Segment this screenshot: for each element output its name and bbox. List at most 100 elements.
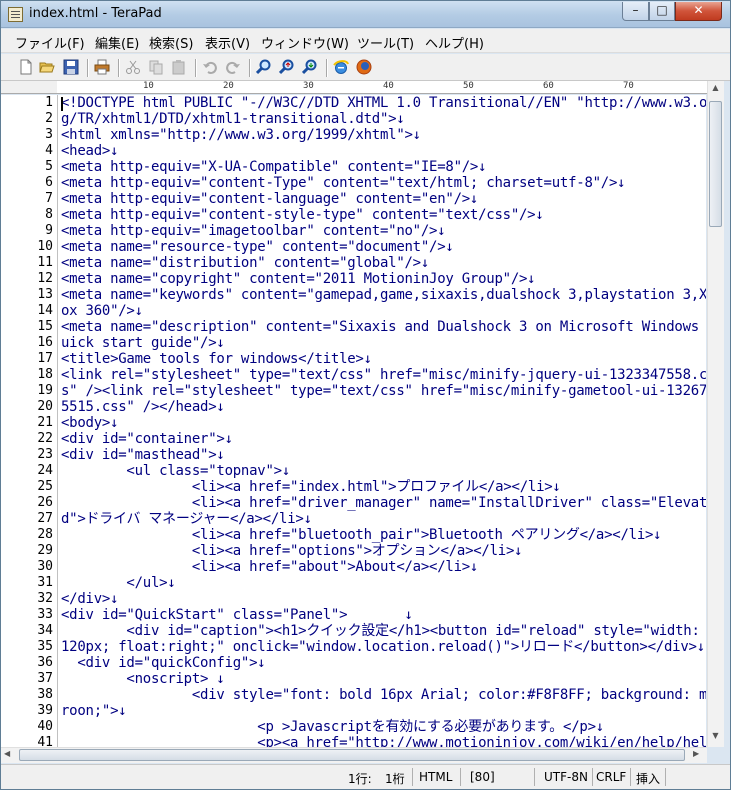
scroll-down-icon[interactable]: ▼ <box>709 731 722 745</box>
menu-window[interactable]: ウィンドウ(W) <box>261 33 349 52</box>
line-text[interactable]: <meta http-equiv="content-Type" content=… <box>61 175 626 191</box>
line-text[interactable]: <link rel="stylesheet" type="text/css" h… <box>61 367 706 383</box>
line-text[interactable]: </div>↓ <box>61 591 119 607</box>
cut-icon[interactable] <box>125 59 141 75</box>
line-text[interactable]: <div id="masthead">↓ <box>61 447 225 463</box>
code-line[interactable]: 19 s" /><link rel="stylesheet" type="text… <box>1 383 706 399</box>
code-line[interactable]: 17 <title>Game tools for windows</title>↓ <box>1 351 706 367</box>
code-line[interactable]: 28 <li><a href="bluetooth_pair">Bluetoot… <box>1 527 706 543</box>
code-line[interactable]: 37 <noscript> ↓ <box>1 671 706 687</box>
print-icon[interactable] <box>94 59 110 75</box>
code-line[interactable]: 6 <meta http-equiv="content-Type" content… <box>1 175 706 191</box>
code-line[interactable]: 4 <head>↓ <box>1 143 706 159</box>
firefox-browser-icon[interactable] <box>356 59 372 75</box>
line-text[interactable]: <ul class="topnav">↓ <box>61 463 290 479</box>
line-text[interactable]: 120px; float:right;" onclick="window.loc… <box>61 639 705 655</box>
code-line[interactable]: 35 120px; float:right;" onclick="window.l… <box>1 639 706 655</box>
undo-icon[interactable] <box>202 59 218 75</box>
code-line[interactable]: 3 <html xmlns="http://www.w3.org/1999/xht… <box>1 127 706 143</box>
code-line[interactable]: 40 <p >Javascriptを有効にする必要があります。</p>↓ <box>1 719 706 735</box>
minimize-button[interactable]: – <box>622 2 649 21</box>
code-line[interactable]: 9 <meta http-equiv="imagetoolbar" content… <box>1 223 706 239</box>
line-text[interactable]: <div id="quickConfig">↓ <box>61 655 265 671</box>
code-line[interactable]: 24 <ul class="topnav">↓ <box>1 463 706 479</box>
line-text[interactable]: </ul>↓ <box>61 575 175 591</box>
scroll-right-icon[interactable]: ▶ <box>693 749 705 761</box>
line-text[interactable]: <meta name="distribution" content="globa… <box>61 255 429 271</box>
close-button[interactable]: ✕ <box>675 2 722 21</box>
code-line[interactable]: 36 <div id="quickConfig">↓ <box>1 655 706 671</box>
code-line[interactable]: 1 <!DOCTYPE html PUBLIC "-//W3C//DTD XHTM… <box>1 95 706 111</box>
code-line[interactable]: 39 roon;">↓ <box>1 703 706 719</box>
line-text[interactable]: <body>↓ <box>61 415 119 431</box>
line-text[interactable]: <meta http-equiv="content-style-type" co… <box>61 207 544 223</box>
find-previous-icon[interactable] <box>279 59 295 75</box>
code-line[interactable]: 23 <div id="masthead">↓ <box>1 447 706 463</box>
code-line[interactable]: 13 <meta name="keywords" content="gamepad… <box>1 287 706 303</box>
line-text[interactable]: <!DOCTYPE html PUBLIC "-//W3C//DTD XHTML… <box>61 95 706 111</box>
menu-help[interactable]: ヘルプ(H) <box>425 33 484 52</box>
line-text[interactable]: <meta http-equiv="X-UA-Compatible" conte… <box>61 159 487 175</box>
menu-search[interactable]: 検索(S) <box>149 33 193 52</box>
code-line[interactable]: 41 <p><a href="http://www.motioninjoy.co… <box>1 735 706 747</box>
line-text[interactable]: <li><a href="about">About</a></li>↓ <box>61 559 479 575</box>
line-text[interactable]: <li><a href="driver_manager" name="Insta… <box>61 495 706 511</box>
line-text[interactable]: <p >Javascriptを有効にする必要があります。</p>↓ <box>61 719 604 735</box>
code-line[interactable]: 26 <li><a href="driver_manager" name="In… <box>1 495 706 511</box>
line-text[interactable]: g/TR/xhtml1/DTD/xhtml1-transitional.dtd"… <box>61 111 405 127</box>
code-line[interactable]: 12 <meta name="copyright" content="2011 M… <box>1 271 706 287</box>
line-text[interactable]: <div id="container">↓ <box>61 431 233 447</box>
line-text[interactable]: roon;">↓ <box>61 703 127 719</box>
line-text[interactable]: <title>Game tools for windows</title>↓ <box>61 351 372 367</box>
code-line[interactable]: 14 ox 360"/>↓ <box>1 303 706 319</box>
text-editor[interactable]: 1 <!DOCTYPE html PUBLIC "-//W3C//DTD XHTM… <box>1 95 706 747</box>
line-text[interactable]: <noscript> ↓ <box>61 671 224 687</box>
title-bar[interactable]: index.html - TeraPad – □ ✕ <box>1 1 730 28</box>
ie-browser-icon[interactable] <box>333 59 349 75</box>
line-text[interactable]: <li><a href="index.html">プロファイル</a></li>… <box>61 479 561 495</box>
line-text[interactable]: uick start guide"/>↓ <box>61 335 225 351</box>
code-line[interactable]: 31 </ul>↓ <box>1 575 706 591</box>
line-text[interactable]: <p><a href="http://www.motioninjoy.com/w… <box>61 735 706 747</box>
line-text[interactable]: <meta name="description" content="Sixaxi… <box>61 319 706 335</box>
code-line[interactable]: 10 <meta name="resource-type" content="do… <box>1 239 706 255</box>
line-text[interactable]: d">ドライバ マネージャー</a></li>↓ <box>61 511 312 527</box>
code-line[interactable]: 2 g/TR/xhtml1/DTD/xhtml1-transitional.dtd… <box>1 111 706 127</box>
code-line[interactable]: 15 <meta name="description" content="Sixa… <box>1 319 706 335</box>
maximize-button[interactable]: □ <box>649 2 675 21</box>
line-text[interactable]: <div style="font: bold 16px Arial; color… <box>61 687 706 703</box>
line-text[interactable]: <li><a href="options">オプション</a></li>↓ <box>61 543 523 559</box>
paste-icon[interactable] <box>171 59 187 75</box>
code-line[interactable]: 18 <link rel="stylesheet" type="text/css"… <box>1 367 706 383</box>
code-line[interactable]: 32 </div>↓ <box>1 591 706 607</box>
line-text[interactable]: <meta http-equiv="imagetoolbar" content=… <box>61 223 446 239</box>
code-line[interactable]: 7 <meta http-equiv="content-language" con… <box>1 191 706 207</box>
line-text[interactable]: <div id="QuickStart" class="Panel"> ↓ <box>61 607 413 623</box>
scroll-up-icon[interactable]: ▲ <box>709 83 722 97</box>
menu-edit[interactable]: 編集(E) <box>95 33 139 52</box>
horizontal-scroll-thumb[interactable] <box>19 749 685 761</box>
line-text[interactable]: <meta name="resource-type" content="docu… <box>61 239 454 255</box>
save-icon[interactable] <box>63 59 79 75</box>
code-line[interactable]: 11 <meta name="distribution" content="glo… <box>1 255 706 271</box>
code-line[interactable]: 27 d">ドライバ マネージャー</a></li>↓ <box>1 511 706 527</box>
find-next-icon[interactable] <box>302 59 318 75</box>
line-text[interactable]: <head>↓ <box>61 143 119 159</box>
new-file-icon[interactable] <box>18 59 34 75</box>
code-line[interactable]: 29 <li><a href="options">オプション</a></li>↓ <box>1 543 706 559</box>
line-text[interactable]: s" /><link rel="stylesheet" type="text/c… <box>61 383 706 399</box>
copy-icon[interactable] <box>148 59 164 75</box>
code-line[interactable]: 33 <div id="QuickStart" class="Panel"> ↓ <box>1 607 706 623</box>
code-line[interactable]: 16 uick start guide"/>↓ <box>1 335 706 351</box>
line-text[interactable]: 5515.css" /></head>↓ <box>61 399 225 415</box>
redo-icon[interactable] <box>225 59 241 75</box>
terapad-app-icon[interactable] <box>8 7 23 22</box>
line-text[interactable]: <meta name="keywords" content="gamepad,g… <box>61 287 706 303</box>
line-text[interactable]: <meta http-equiv="content-language" cont… <box>61 191 478 207</box>
code-line[interactable]: 25 <li><a href="index.html">プロファイル</a></… <box>1 479 706 495</box>
vertical-scroll-thumb[interactable] <box>709 101 722 227</box>
find-icon[interactable] <box>256 59 272 75</box>
code-line[interactable]: 38 <div style="font: bold 16px Arial; co… <box>1 687 706 703</box>
scroll-left-icon[interactable]: ◀ <box>4 749 16 761</box>
menu-view[interactable]: 表示(V) <box>205 33 250 52</box>
